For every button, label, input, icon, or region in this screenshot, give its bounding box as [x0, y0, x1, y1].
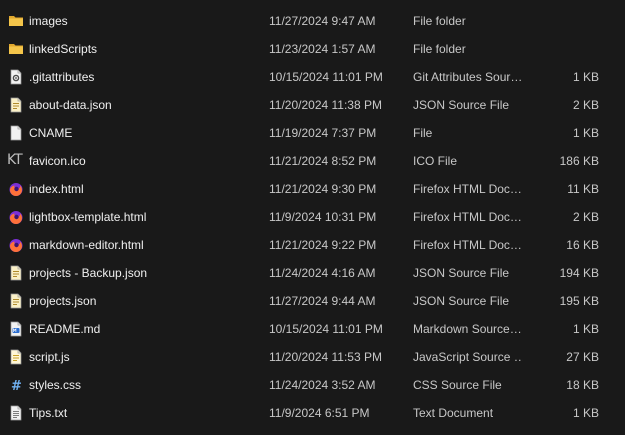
file-type: Markdown Source… — [413, 322, 522, 336]
file-size: 18 KB — [566, 378, 599, 392]
file-row-gitattributes[interactable]: .gitattributes 10/15/2024 11:01 PM Git A… — [0, 63, 625, 91]
file-row-tips-txt[interactable]: Tips.txt 11/9/2024 6:51 PM Text Document… — [0, 399, 625, 427]
file-size: 186 KB — [559, 154, 599, 168]
file-name: about-data.json — [29, 98, 112, 112]
file-type: JavaScript Source … — [413, 350, 523, 364]
file-size — [530, 7, 599, 35]
file-date-modified: 11/21/2024 9:22 PM — [269, 238, 377, 252]
file-row-lightbox-template[interactable]: lightbox-template.html 11/9/2024 10:31 P… — [0, 203, 625, 231]
file-name: linkedScripts — [29, 42, 98, 56]
file-name: CNAME — [29, 126, 73, 140]
file-type: Firefox HTML Doc… — [413, 182, 522, 196]
file-date-modified: 11/9/2024 10:31 PM — [269, 210, 377, 224]
file-name: projects - Backup.json — [29, 266, 148, 280]
file-list: images 11/27/2024 9:47 AM File folder li… — [0, 0, 625, 435]
file-size: 1 KB — [572, 322, 599, 336]
file-name: favicon.ico — [29, 154, 86, 168]
file-date-modified: 11/21/2024 8:52 PM — [269, 154, 377, 168]
file-name: index.html — [29, 182, 84, 196]
gear-file-icon — [8, 69, 24, 85]
folder-icon — [8, 13, 24, 29]
json-file-icon — [8, 293, 24, 309]
file-name: projects.json — [29, 294, 97, 308]
file-type: File folder — [413, 42, 466, 56]
file-name: images — [29, 14, 68, 28]
file-name: README.md — [29, 322, 101, 336]
file-row-favicon[interactable]: KT favicon.ico 11/21/2024 8:52 PM ICO Fi… — [0, 147, 625, 175]
file-date-modified: 11/21/2024 9:30 PM — [269, 182, 377, 196]
file-size: 11 KB — [567, 182, 599, 196]
file-name: markdown-editor.html — [29, 238, 144, 252]
file-row-styles-css[interactable]: # styles.css 11/24/2024 3:52 AM CSS Sour… — [0, 371, 625, 399]
json-file-icon — [8, 265, 24, 281]
favicon-icon: KT — [7, 152, 24, 169]
file-row-markdown-editor[interactable]: markdown-editor.html 11/21/2024 9:22 PM … — [0, 231, 625, 259]
svg-text:#: # — [11, 379, 22, 393]
blank-file-icon — [8, 125, 24, 141]
file-size: 27 KB — [566, 350, 599, 364]
file-size: 16 KB — [566, 238, 599, 252]
file-type: ICO File — [413, 154, 458, 168]
markdown-file-icon — [8, 321, 24, 337]
favicon-glyph: KT — [7, 152, 23, 168]
file-date-modified: 11/24/2024 3:52 AM — [269, 378, 376, 392]
file-type: Text Document — [413, 406, 494, 420]
file-date-modified: 11/23/2024 1:57 AM — [269, 42, 376, 56]
folder-icon — [8, 41, 24, 57]
file-size: 194 KB — [559, 266, 599, 280]
file-date-modified: 11/24/2024 4:16 AM — [269, 266, 376, 280]
file-type: File — [413, 126, 433, 140]
text-file-icon — [8, 405, 24, 421]
file-size: 2 KB — [572, 210, 599, 224]
file-row-linkedscripts[interactable]: linkedScripts 11/23/2024 1:57 AM File fo… — [0, 35, 625, 63]
file-type: JSON Source File — [413, 294, 510, 308]
file-size: 1 KB — [572, 70, 599, 84]
file-row-about-data[interactable]: about-data.json 11/20/2024 11:38 PM JSON… — [0, 91, 625, 119]
file-row-projects-backup[interactable]: projects - Backup.json 11/24/2024 4:16 A… — [0, 259, 625, 287]
file-row-index-html[interactable]: index.html 11/21/2024 9:30 PM Firefox HT… — [0, 175, 625, 203]
file-size — [530, 35, 599, 63]
file-name: Tips.txt — [29, 406, 68, 420]
file-type: Git Attributes Sour… — [413, 70, 523, 84]
file-row-images[interactable]: images 11/27/2024 9:47 AM File folder — [0, 7, 625, 35]
js-file-icon — [8, 349, 24, 365]
file-type: JSON Source File — [413, 266, 510, 280]
file-row-script-js[interactable]: script.js 11/20/2024 11:53 PM JavaScript… — [0, 343, 625, 371]
file-size: 1 KB — [572, 406, 599, 420]
file-type: Firefox HTML Doc… — [413, 238, 522, 252]
file-name: script.js — [29, 350, 70, 364]
file-row-cname[interactable]: CNAME 11/19/2024 7:37 PM File 1 KB — [0, 119, 625, 147]
file-type: JSON Source File — [413, 98, 510, 112]
file-date-modified: 11/9/2024 6:51 PM — [269, 406, 370, 420]
file-type: File folder — [413, 14, 466, 28]
file-date-modified: 11/19/2024 7:37 PM — [269, 126, 377, 140]
firefox-icon — [8, 209, 24, 225]
file-name: .gitattributes — [29, 70, 95, 84]
file-name: styles.css — [29, 378, 82, 392]
firefox-icon — [8, 181, 24, 197]
file-size: 1 KB — [572, 126, 599, 140]
file-date-modified: 10/15/2024 11:01 PM — [269, 70, 383, 84]
file-row-readme[interactable]: README.md 10/15/2024 11:01 PM Markdown S… — [0, 315, 625, 343]
file-date-modified: 11/27/2024 9:47 AM — [269, 14, 376, 28]
file-size: 195 KB — [559, 294, 599, 308]
css-file-icon: # — [8, 377, 24, 393]
file-date-modified: 10/15/2024 11:01 PM — [269, 322, 383, 336]
file-date-modified: 11/20/2024 11:53 PM — [269, 350, 382, 364]
firefox-icon — [8, 237, 24, 253]
file-date-modified: 11/20/2024 11:38 PM — [269, 98, 382, 112]
file-size: 2 KB — [572, 98, 599, 112]
json-file-icon — [8, 97, 24, 113]
file-type: CSS Source File — [413, 378, 502, 392]
file-name: lightbox-template.html — [29, 210, 147, 224]
file-type: Firefox HTML Doc… — [413, 210, 522, 224]
file-row-projects-json[interactable]: projects.json 11/27/2024 9:44 AM JSON So… — [0, 287, 625, 315]
file-date-modified: 11/27/2024 9:44 AM — [269, 294, 376, 308]
